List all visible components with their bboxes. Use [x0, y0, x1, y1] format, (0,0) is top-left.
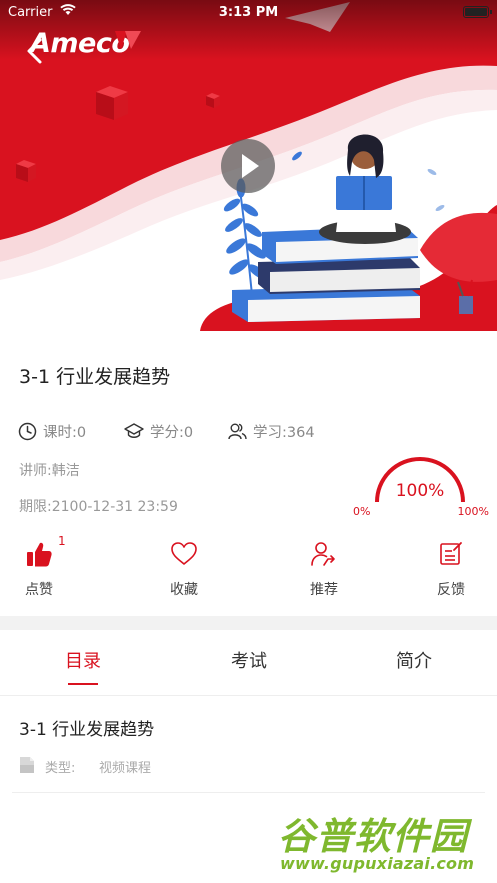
- recommend-button[interactable]: 推荐: [284, 536, 364, 602]
- tab-bar: 目录 考试 简介: [0, 630, 497, 696]
- course-title: 3-1 行业发展趋势: [19, 366, 171, 388]
- deadline: 期限:2100-12-31 23:59: [19, 499, 178, 515]
- share-user-icon: [311, 542, 335, 566]
- heart-icon: [171, 542, 197, 565]
- progress-max-label: 100%: [457, 505, 489, 518]
- play-button[interactable]: [221, 139, 275, 193]
- course-credits-label: 学分:0: [150, 424, 194, 441]
- progress-gauge: 100% 0% 100%: [350, 452, 490, 524]
- feedback-button[interactable]: 反馈: [411, 536, 491, 602]
- course-learners: 学习:364: [228, 420, 315, 442]
- clock: 3:13 PM: [218, 5, 279, 20]
- favorite-button[interactable]: 收藏: [144, 536, 224, 602]
- course-hours-label: 课时:0: [43, 424, 87, 441]
- people-icon: [228, 423, 247, 440]
- thumbs-up-icon: [27, 542, 52, 567]
- clock-icon: [18, 422, 37, 440]
- watermark-url: www.gupuxiazai.com: [280, 854, 475, 873]
- catalog-item-title: 3-1 行业发展趋势: [19, 720, 155, 740]
- course-cover[interactable]: Carrier 3:13 PM Ameco: [0, 0, 497, 331]
- recommend-label: 推荐: [310, 582, 338, 598]
- course-credits: 学分:0: [124, 420, 193, 442]
- course-hours: 课时:0: [18, 420, 86, 442]
- section-divider: [0, 616, 497, 630]
- tab-exam[interactable]: 考试: [189, 630, 309, 696]
- like-count: 1: [58, 534, 66, 548]
- battery-icon: [463, 6, 492, 18]
- graduation-cap-icon: [124, 423, 144, 438]
- list-item[interactable]: 3-1 行业发展趋势 类型: 视频课程: [12, 697, 485, 793]
- site-watermark: 谷普软件园 www.gupuxiazai.com: [272, 802, 494, 880]
- tab-intro[interactable]: 简介: [354, 630, 474, 696]
- feedback-label: 反馈: [437, 582, 465, 598]
- feedback-icon: [440, 542, 462, 565]
- catalog-item-type-label: 类型:: [45, 761, 76, 776]
- lecturer: 讲师:韩洁: [19, 463, 80, 479]
- progress-value: 100%: [395, 481, 445, 501]
- tab-catalog[interactable]: 目录: [23, 630, 143, 696]
- course-learners-label: 学习:364: [253, 424, 315, 441]
- document-icon: [20, 757, 34, 773]
- back-icon[interactable]: [22, 34, 50, 68]
- catalog-item-type-value: 视频课程: [99, 761, 152, 776]
- favorite-label: 收藏: [170, 582, 198, 598]
- like-label: 点赞: [25, 582, 53, 598]
- brand-mark-icon: [115, 31, 141, 49]
- watermark-title: 谷普软件园: [278, 815, 468, 858]
- action-bar: 1 点赞 收藏 推荐 反馈: [0, 534, 497, 606]
- status-bar: Carrier 3:13 PM: [0, 0, 497, 26]
- progress-min-label: 0%: [353, 505, 371, 518]
- like-button[interactable]: 1 点赞: [0, 534, 79, 602]
